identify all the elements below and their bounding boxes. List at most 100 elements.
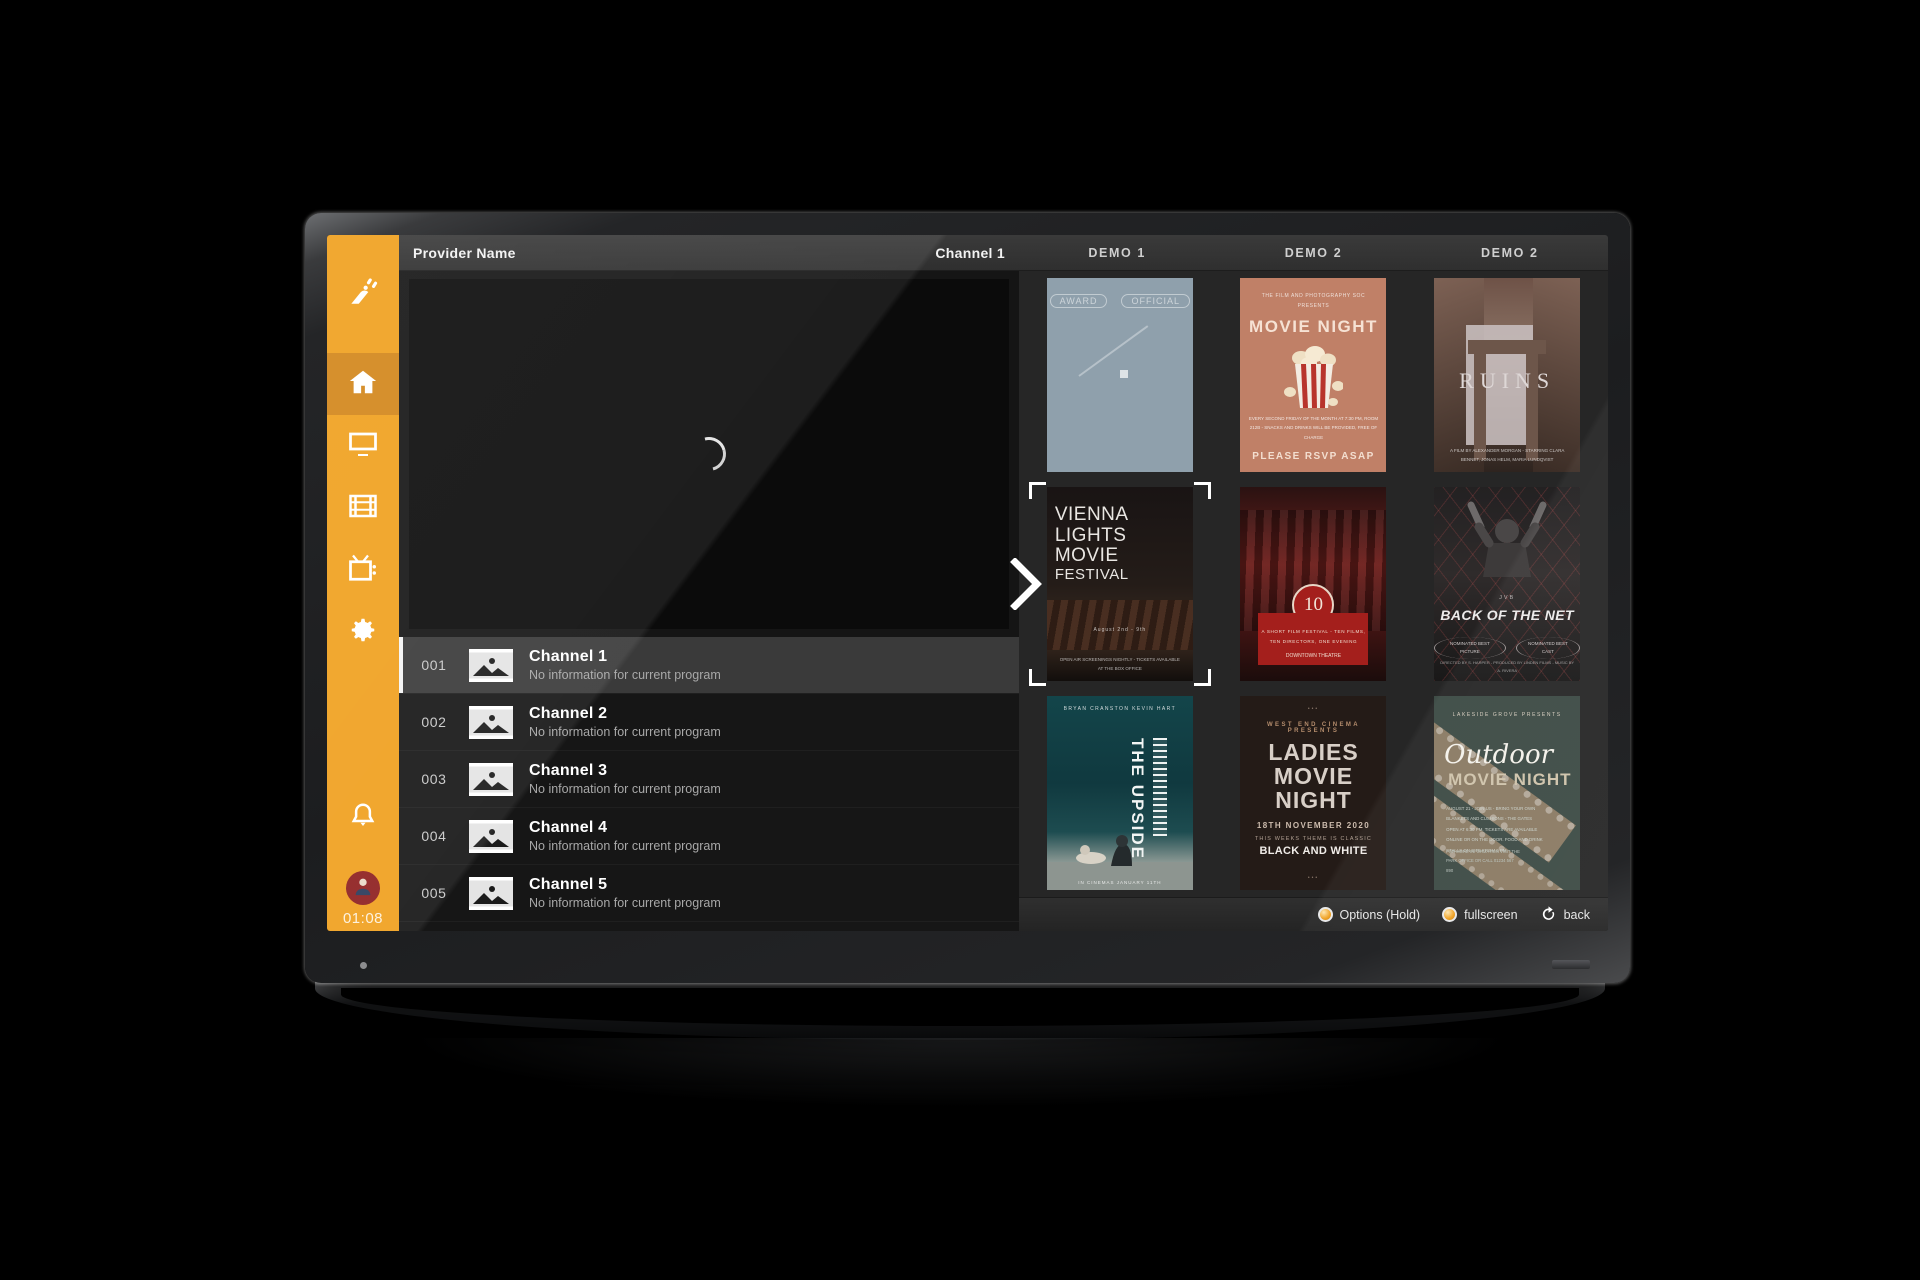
channel-row[interactable]: 003 Channel 3 No information for current p… <box>399 751 1019 808</box>
grid-column-header-current-channel: Channel 1 <box>935 244 1005 261</box>
grid-column-headers: DEMO 1 DEMO 2 DEMO 2 <box>1019 235 1608 271</box>
provider-name-label: Provider Name <box>413 244 516 261</box>
poster-tile[interactable]: ••• WEST END CINEMA PRESENTS LADIES MOVIE NI… <box>1217 688 1411 897</box>
channel-name: Channel 5 <box>529 875 608 893</box>
channel-list[interactable]: 001 Channel 1 No information for current p… <box>399 637 1019 931</box>
tv-app-screen: 01:08 Provider Name Channel 1 001 Channel… <box>327 235 1608 931</box>
selection-corner-bottom-left <box>1029 669 1046 687</box>
action-hint[interactable]: fullscreen <box>1442 907 1518 922</box>
poster-title-line: VIENNA <box>1054 503 1129 525</box>
poster-title: RUINS <box>1459 367 1556 393</box>
poster-title-script: Outdoor <box>1444 739 1554 770</box>
user-avatar-icon <box>352 875 374 902</box>
channel-number: 002 <box>421 714 447 730</box>
poster-tile[interactable]: LAKESIDE GROVE PRESENTS Outdoor MOVIE NIGH… <box>1410 688 1604 897</box>
poster-title-sub: MOVIE NIGHT <box>1448 769 1572 789</box>
poster-credits: A FILM BY ALEXANDER MORGAN - STARRING CL… <box>1449 448 1565 463</box>
poster-kicker: JVB <box>1499 594 1516 601</box>
tv-reflection <box>385 1038 1535 1108</box>
tv-speaker-grille <box>1552 960 1590 969</box>
poster-title-line: FESTIVAL <box>1054 565 1129 583</box>
poster-title: MOVIE NIGHT <box>1249 317 1378 337</box>
poster-badge-right: OFFICIAL <box>1121 294 1190 309</box>
image-placeholder-icon <box>469 819 513 853</box>
poster-grid[interactable]: AWARD OFFICIAL THE FILM AND PHOTOGRAPHY SO… <box>1010 271 1608 897</box>
bell-icon <box>348 801 378 836</box>
poster-grid-column: DEMO 1 DEMO 2 DEMO 2 AWARD OFFICIAL THE FILM… <box>1010 235 1608 931</box>
poster-credits: OPEN AIR SCREENINGS NIGHTLY - TICKETS AV… <box>1059 656 1180 671</box>
poster-title-line: MOVIE <box>1273 763 1354 790</box>
action-hint-label: fullscreen <box>1464 907 1518 922</box>
action-hint[interactable]: back <box>1540 905 1590 925</box>
video-player-container[interactable] <box>399 271 1019 637</box>
satellite-dish-icon <box>344 275 382 314</box>
scene: 01:08 Provider Name Channel 1 001 Channel… <box>0 0 1920 1280</box>
channel-row[interactable]: 005 Channel 5 No information for current p… <box>399 865 1019 922</box>
poster-streak <box>1078 325 1149 378</box>
poster-tile[interactable]: THE FILM AND PHOTOGRAPHY SOC PRESENTS MOVI… <box>1217 271 1411 480</box>
poster-tile[interactable]: RUINS A FILM BY ALEXANDER MORGAN - STARRI… <box>1410 271 1604 480</box>
poster-artwork: AWARD OFFICIAL <box>1046 278 1193 473</box>
poster-tile[interactable]: JVB BACK OF THE NET NOMINATED BEST PICTURE… <box>1410 480 1604 689</box>
round-button-icon <box>1317 907 1333 922</box>
popcorn-icon <box>1283 346 1345 410</box>
channel-name: Channel 3 <box>529 761 608 779</box>
poster-tile[interactable]: 10 A SHORT FILM FESTIVAL - TEN FILMS, TEN… <box>1217 480 1411 689</box>
poster-plate-sub: DOWNTOWN THEATRE <box>1285 653 1342 660</box>
tv-stand-base <box>315 978 1605 1040</box>
poster-kicker-2: PRESENTS <box>1297 302 1330 309</box>
channel-program: No information for current program <box>529 724 721 739</box>
selection-corner-top-right <box>1193 481 1211 499</box>
poster-header: BRYAN CRANSTON KEVIN HART <box>1063 705 1177 712</box>
television-set: 01:08 Provider Name Channel 1 001 Channel… <box>305 213 1630 983</box>
poster-footer: PLEASE RSVP ASAP <box>1252 451 1375 463</box>
sidebar-item-tv[interactable] <box>327 415 399 477</box>
channel-program: No information for current program <box>529 667 721 682</box>
poster-title: BACK OF THE NET <box>1440 606 1574 623</box>
poster-body: EVERY SECOND FRIDAY OF THE MONTH AT 7:30… <box>1248 416 1379 440</box>
poster-top-mark: ••• <box>1307 705 1320 712</box>
tv-screen-bezel: 01:08 Provider Name Channel 1 001 Channel… <box>327 235 1608 931</box>
poster-date: 18TH NOVEMBER 2020 <box>1256 820 1371 830</box>
channel-row[interactable]: 001 Channel 1 No information for current p… <box>399 637 1019 694</box>
poster-footer: IN CINEMAS JANUARY 11TH <box>1078 879 1162 885</box>
sidebar-item-notifications[interactable] <box>327 787 399 849</box>
poster-title-line: LADIES <box>1268 738 1359 765</box>
sidebar-item-series[interactable] <box>327 539 399 601</box>
avatar[interactable] <box>346 871 380 905</box>
two-figures-icon <box>1075 832 1145 866</box>
video-surface[interactable] <box>409 279 1009 629</box>
sidebar-item-home[interactable] <box>327 353 399 415</box>
poster-title-line: NIGHT <box>1275 787 1352 814</box>
chevron-right-icon <box>1009 557 1043 611</box>
poster-theme-label: THIS WEEKS THEME IS CLASSIC <box>1254 835 1373 842</box>
grid-column-header: DEMO 2 <box>1284 245 1343 260</box>
tv-retro-icon <box>348 553 378 588</box>
sidebar-clock: 01:08 <box>342 910 384 927</box>
poster-artwork: 10 A SHORT FILM FESTIVAL - TEN FILMS, TEN… <box>1240 486 1387 681</box>
poster-seats <box>1046 599 1193 650</box>
channel-text: Channel 3 No information for current prog… <box>529 761 721 797</box>
poster-tile[interactable]: AWARD OFFICIAL <box>1023 271 1217 480</box>
provider-logo <box>327 235 399 353</box>
loading-spinner-icon <box>685 430 733 478</box>
action-hint-bar: Options (Hold) fullscreen back <box>1019 897 1608 931</box>
poster-title: VIENNA LIGHTS MOVIE FESTIVAL <box>1054 503 1129 583</box>
celebration-figure-icon <box>1459 497 1555 579</box>
channel-row[interactable]: 002 Channel 2 No information for current p… <box>399 694 1019 751</box>
channel-name: Channel 2 <box>529 704 608 722</box>
poster-lintel <box>1468 340 1547 355</box>
home-icon <box>348 367 378 402</box>
image-placeholder-icon <box>469 705 513 739</box>
poster-laurel-left: NOMINATED BEST PICTURE <box>1434 636 1506 660</box>
poster-tile[interactable]: BRYAN CRANSTON KEVIN HART THE UPSIDE IN CI… <box>1023 688 1217 897</box>
channel-row[interactable]: 004 Channel 4 No information for current p… <box>399 808 1019 865</box>
poster-tile[interactable]: VIENNA LIGHTS MOVIE FESTIVAL August 2nd - 9t… <box>1010 480 1217 689</box>
action-hint[interactable]: Options (Hold) <box>1317 907 1421 922</box>
action-hint-label: Options (Hold) <box>1339 907 1421 922</box>
monitor-icon <box>348 429 378 464</box>
poster-presents: LAKESIDE GROVE PRESENTS <box>1452 711 1562 718</box>
sidebar-item-movies[interactable] <box>327 477 399 539</box>
sidebar-item-settings[interactable] <box>327 601 399 663</box>
sidebar: 01:08 <box>327 235 399 931</box>
